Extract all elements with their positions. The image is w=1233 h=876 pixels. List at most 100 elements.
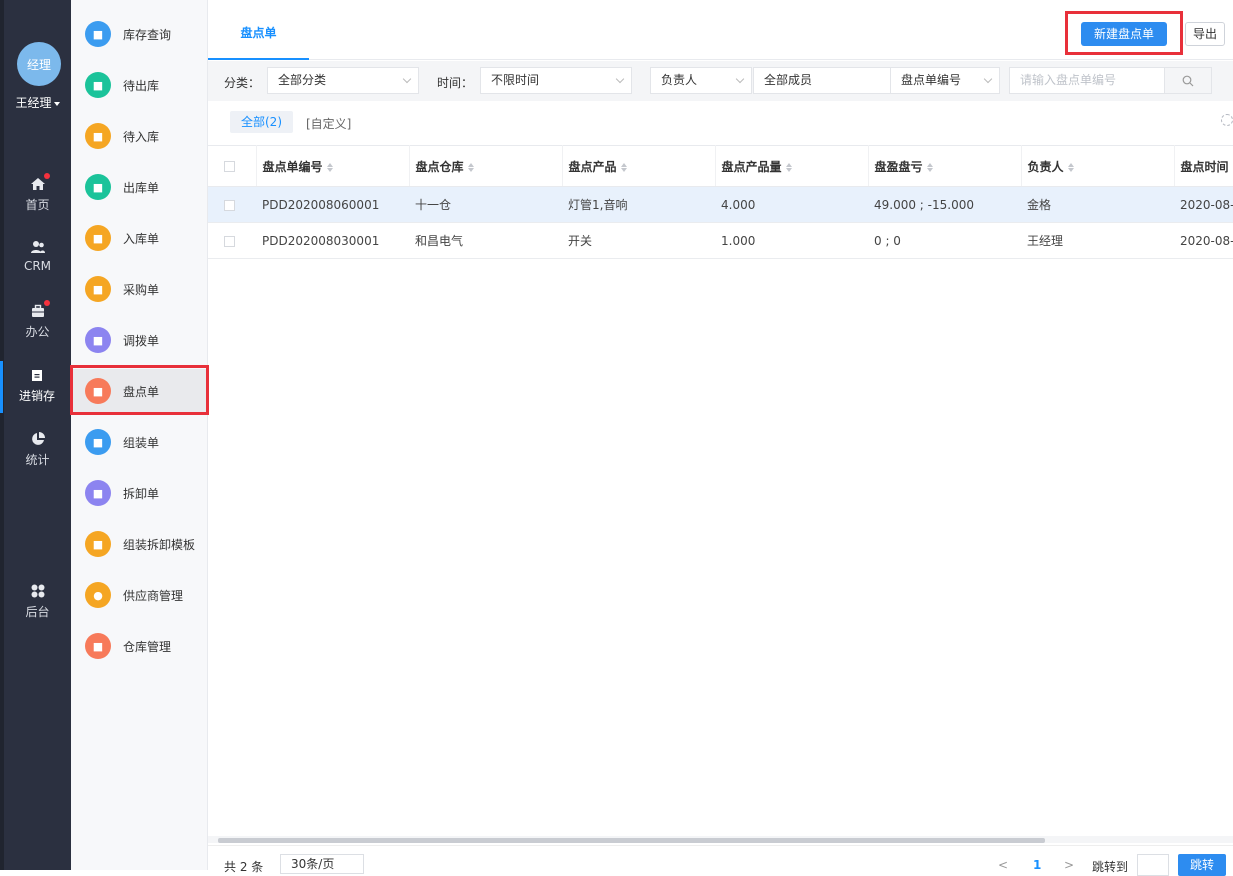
nav-item-home[interactable]: 首页 (4, 170, 71, 222)
home-icon (30, 173, 50, 192)
owner-type-select[interactable]: 负责人 (650, 67, 752, 94)
page-size-select[interactable]: 30条/页 (280, 854, 364, 874)
submenu-item-assembly-template[interactable]: ■ 组装拆卸模板 (71, 522, 208, 566)
table-cell: 0 ; 0 (868, 222, 1021, 259)
tab-stocktake[interactable]: 盘点单 (208, 8, 309, 60)
pending-outbound-icon: ■ (85, 72, 111, 98)
submenu-item-pending-inbound[interactable]: ■ 待入库 (71, 114, 208, 158)
view-all-tab[interactable]: 全部(2) (230, 111, 293, 133)
view-custom-tab[interactable]: [自定义] (306, 115, 351, 132)
nav-item-admin[interactable]: 后台 (4, 577, 71, 629)
filter-bar: 分类： 全部分类 时间： 不限时间 负责人 全部成员 盘点单编号 请输入盘点单编… (208, 61, 1233, 101)
column-header[interactable]: 盘点仓库 (409, 145, 563, 187)
sort-icon[interactable] (785, 162, 793, 172)
table-cell: 和昌电气 (409, 222, 562, 259)
clipboard-icon: ■ (85, 429, 111, 455)
submenu-item-label: 拆卸单 (123, 486, 160, 501)
submenu-item-transfer-order[interactable]: ■ 调拨单 (71, 318, 208, 362)
submenu-item-pending-outbound[interactable]: ■ 待出库 (71, 63, 208, 107)
search-input[interactable]: 请输入盘点单编号 (1009, 67, 1165, 94)
nav-item-inventory[interactable]: 进销存 (0, 361, 71, 413)
column-header[interactable]: 盘点单编号 (256, 145, 410, 187)
table-cell: 十一仓 (409, 186, 562, 223)
horizontal-scrollbar[interactable] (208, 836, 1233, 843)
user-menu[interactable]: 王经理 (4, 94, 71, 111)
column-header[interactable]: 盘盈盘亏 (868, 145, 1022, 187)
submenu-item-stock-query[interactable]: ■ 库存查询 (71, 12, 208, 56)
select-all-cell[interactable] (208, 145, 257, 187)
table-cell: 灯管1,音响 (562, 186, 715, 223)
submenu-item-disassembly-order[interactable]: ■ 拆卸单 (71, 471, 208, 515)
gear-icon[interactable] (1221, 114, 1233, 126)
column-title: 盘点产品 (568, 159, 617, 174)
avatar[interactable]: 经理 (17, 42, 61, 86)
submenu-item-label: 入库单 (123, 231, 160, 246)
row-select-cell[interactable] (208, 186, 256, 223)
nav-item-crm[interactable]: CRM (4, 233, 71, 285)
column-header[interactable]: 盘点产品 (562, 145, 716, 187)
table-cell: 金格 (1021, 186, 1174, 223)
search-icon (1182, 75, 1194, 86)
clipboard-icon: ■ (85, 480, 111, 506)
stock-query-icon: ■ (85, 21, 111, 47)
pagination-bar: 共 2 条 30条/页 < 1 > 跳转到 跳转 (208, 845, 1233, 876)
scrollbar-thumb[interactable] (218, 838, 1045, 843)
clipboard-icon: ■ (85, 276, 111, 302)
member-select[interactable]: 全部成员 (753, 67, 891, 94)
table-cell: 49.000 ; -15.000 (868, 186, 1021, 223)
column-header[interactable]: 负责人 (1021, 145, 1175, 187)
user-name: 王经理 (15, 96, 52, 110)
submenu-item-warehouse[interactable]: ■ 仓库管理 (71, 624, 208, 668)
submenu-item-purchase-order[interactable]: ■ 采购单 (71, 267, 208, 311)
submenu-item-label: 出库单 (123, 180, 160, 195)
notification-dot (43, 300, 50, 306)
row-checkbox[interactable] (224, 235, 235, 247)
member-value: 全部成员 (764, 73, 813, 87)
chevron-down-icon (615, 74, 625, 84)
search-field-value: 盘点单编号 (901, 73, 962, 87)
chevron-down-icon (402, 74, 412, 84)
time-select[interactable]: 不限时间 (480, 67, 632, 94)
jump-button[interactable]: 跳转 (1178, 854, 1226, 876)
table-row[interactable]: PDD202008030001 和昌电气 开关 1.000 0 ; 0 王经理 … (208, 222, 1233, 259)
clipboard-icon: ■ (85, 531, 111, 557)
owner-value: 负责人 (661, 73, 698, 87)
table-cell: 2020-08- (1174, 222, 1233, 259)
search-button[interactable] (1164, 67, 1212, 94)
nav-item-label: CRM (23, 259, 52, 273)
submenu-item-assembly-order[interactable]: ■ 组装单 (71, 420, 208, 464)
nav-item-stats[interactable]: 统计 (4, 425, 71, 477)
grid-icon (30, 583, 46, 599)
submenu-item-label: 仓库管理 (123, 639, 172, 654)
submenu-item-supplier[interactable]: ● 供应商管理 (71, 573, 208, 617)
submenu-item-label: 库存查询 (123, 27, 172, 42)
submenu-item-label: 调拨单 (123, 333, 160, 348)
highlight-box (70, 365, 209, 415)
clipboard-icon: ■ (85, 327, 111, 353)
table-cell[interactable]: PDD202008030001 (256, 222, 409, 259)
submenu-item-label: 组装单 (123, 435, 160, 450)
sort-icon[interactable] (620, 162, 628, 172)
category-select[interactable]: 全部分类 (267, 67, 419, 94)
warehouse-icon: ■ (85, 633, 111, 659)
nav-item-label: 后台 (25, 605, 50, 619)
row-select-cell[interactable] (208, 222, 256, 259)
new-stocktake-button[interactable]: 新建盘点单 (1081, 22, 1167, 46)
export-button[interactable]: 导出 (1185, 22, 1225, 46)
column-header[interactable]: 盘点产品量 (715, 145, 869, 187)
table-row[interactable]: PDD202008060001 十一仓 灯管1,音响 4.000 49.000 … (208, 186, 1233, 223)
search-field-select[interactable]: 盘点单编号 (890, 67, 1000, 94)
column-header[interactable]: 盘点时间 (1174, 145, 1233, 187)
sort-icon[interactable] (1067, 162, 1075, 172)
table-cell[interactable]: PDD202008060001 (256, 186, 409, 223)
submenu-item-inbound-order[interactable]: ■ 入库单 (71, 216, 208, 260)
sort-icon[interactable] (926, 162, 934, 172)
row-checkbox[interactable] (224, 199, 235, 211)
sort-icon[interactable] (326, 162, 334, 172)
notification-dot (43, 173, 50, 179)
select-all-checkbox[interactable] (224, 161, 235, 172)
sort-icon[interactable] (467, 162, 475, 172)
submenu-item-outbound-order[interactable]: ■ 出库单 (71, 165, 208, 209)
nav-item-office[interactable]: 办公 (4, 297, 71, 349)
jump-page-input[interactable] (1137, 854, 1169, 876)
